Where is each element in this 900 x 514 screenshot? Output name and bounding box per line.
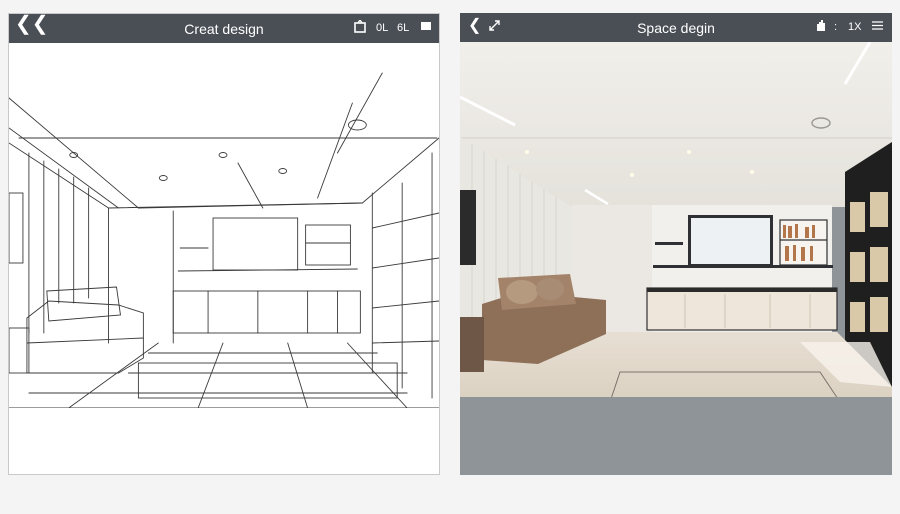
render-tv-screen bbox=[691, 218, 770, 264]
ceiling-light bbox=[347, 119, 367, 131]
wall-tv bbox=[460, 190, 476, 265]
sketch-sideboard bbox=[172, 290, 361, 334]
frame-icon[interactable] bbox=[354, 18, 366, 37]
sketch-tv bbox=[212, 217, 299, 271]
left-header-bar: ❮❮ Creat design 0L 6L bbox=[9, 14, 439, 43]
menu-icon[interactable] bbox=[872, 19, 883, 35]
toolbar-label-b[interactable]: 6L bbox=[397, 22, 409, 34]
toolbar-label-a[interactable]: 0L bbox=[376, 22, 388, 34]
zoom-label[interactable]: 1X bbox=[848, 21, 861, 33]
glove-icon[interactable] bbox=[815, 19, 827, 36]
sketch-canvas bbox=[9, 72, 439, 408]
sketch-panel: ❮❮ Creat design 0L 6L bbox=[8, 13, 440, 475]
right-panel-title: Space degin bbox=[637, 20, 715, 36]
toolbar-separator: : bbox=[834, 21, 838, 33]
left-panel-title: Creat design bbox=[184, 21, 264, 37]
right-header-bar: ❮ Space degin : 1X bbox=[460, 13, 892, 42]
sketch-sofa bbox=[26, 300, 144, 374]
rectangle-icon[interactable] bbox=[420, 20, 432, 36]
render-panel: ❮ Space degin : 1X bbox=[460, 13, 892, 475]
render-sideboard bbox=[646, 287, 838, 331]
render-canvas bbox=[460, 42, 892, 410]
